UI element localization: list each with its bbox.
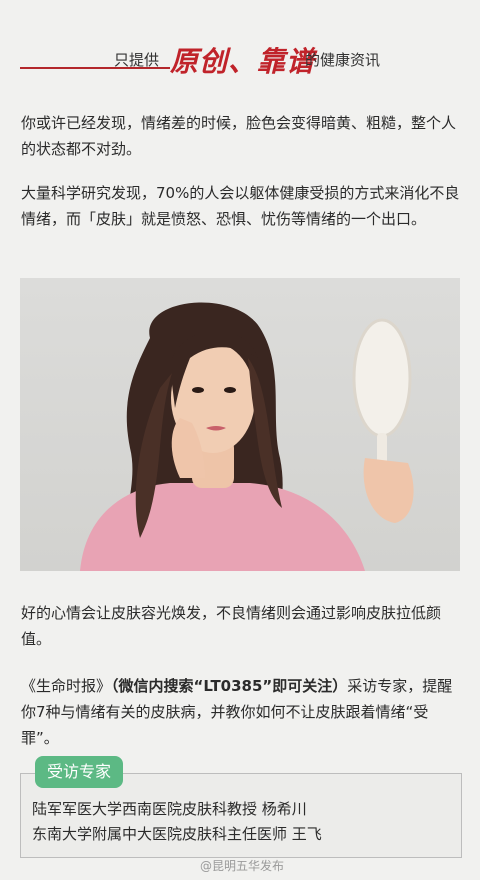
paragraph-intro: 你或许已经发现，情绪差的时候，脸色会变得暗黄、粗糙，整个人的状态都不对劲。 xyxy=(21,114,457,158)
paragraph-mood: 好的心情会让皮肤容光焕发，不良情绪则会通过影响皮肤拉低颜值。 xyxy=(21,604,442,648)
wechat-search-hint: （微信内搜索“LT0385”即可关注） xyxy=(111,677,348,695)
watermark: @昆明五华发布 xyxy=(200,859,285,873)
expert-line-1: 陆军军医大学西南医院皮肤科教授 杨希川 xyxy=(32,800,307,818)
source-title: 《生命时报》 xyxy=(21,677,112,695)
header-brand: 原创、靠谱 xyxy=(170,45,316,78)
header-suffix: 的健康资讯 xyxy=(305,51,381,69)
header: 只提供 原创、靠谱 的健康资讯 xyxy=(0,40,480,80)
photo-illustration xyxy=(80,302,414,571)
woman-mirror-photo xyxy=(20,278,460,571)
paragraph-research: 大量科学研究发现，70%的人会以躯体健康受损的方式来消化不良情绪，而「皮肤」就是… xyxy=(21,184,460,228)
header-prefix: 只提供 xyxy=(114,51,160,69)
expert-line-2: 东南大学附属中大医院皮肤科主任医师 王飞 xyxy=(32,825,322,843)
paragraph-source: 《生命时报》（微信内搜索“LT0385”即可关注）采访专家，提醒你7种与情绪有关… xyxy=(21,673,461,751)
expert-tag: 受访专家 xyxy=(35,756,123,788)
